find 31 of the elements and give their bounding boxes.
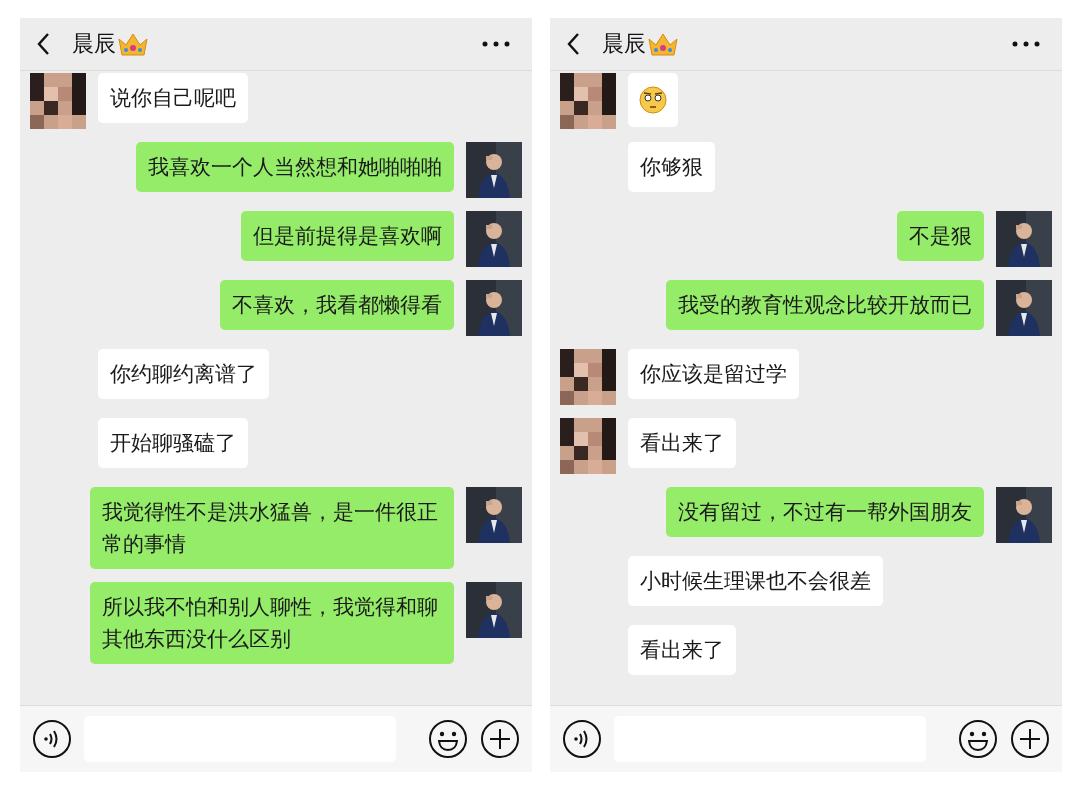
message-bubble: 小时候生理课也不会很差 [628,556,883,606]
emoji-icon[interactable] [958,719,998,759]
message-bubble: 我喜欢一个人当然想和她啪啪啪 [136,142,454,192]
chat-title: 晨辰 [72,30,116,58]
message-bubble: 你应该是留过学 [628,349,799,399]
voice-icon[interactable] [32,719,72,759]
crown-icon [647,31,679,57]
add-icon[interactable] [1010,719,1050,759]
message-bubble: 没有留过，不过有一帮外国朋友 [666,487,984,537]
message-bubble: 但是前提得是喜欢啊 [241,211,454,261]
message-bubble: 你约聊约离谱了 [98,349,269,399]
more-icon[interactable] [482,41,510,47]
emoji-icon [638,85,668,115]
message-bubble: 所以我不怕和别人聊性，我觉得和聊其他东西没什么区别 [90,582,454,664]
chat-title: 晨辰 [602,30,646,58]
more-icon[interactable] [1012,41,1040,47]
add-icon[interactable] [480,719,520,759]
message-bubble: 开始聊骚磕了 [98,418,248,468]
message-bubble: 我受的教育性观念比较开放而已 [666,280,984,330]
message-bubble: 看出来了 [628,418,736,468]
message-bubble: 不是狠 [897,211,984,261]
message-bubble: 看出来了 [628,625,736,675]
back-icon[interactable] [566,32,580,56]
crown-icon [117,31,149,57]
emoji-icon[interactable] [428,719,468,759]
message-bubble: 说你自己呢吧 [98,73,248,123]
message-bubble: 不喜欢，我看都懒得看 [220,280,454,330]
back-icon[interactable] [36,32,50,56]
voice-icon[interactable] [562,719,602,759]
message-bubble: 你够狠 [628,142,715,192]
message-bubble: 我觉得性不是洪水猛兽，是一件很正常的事情 [90,487,454,569]
